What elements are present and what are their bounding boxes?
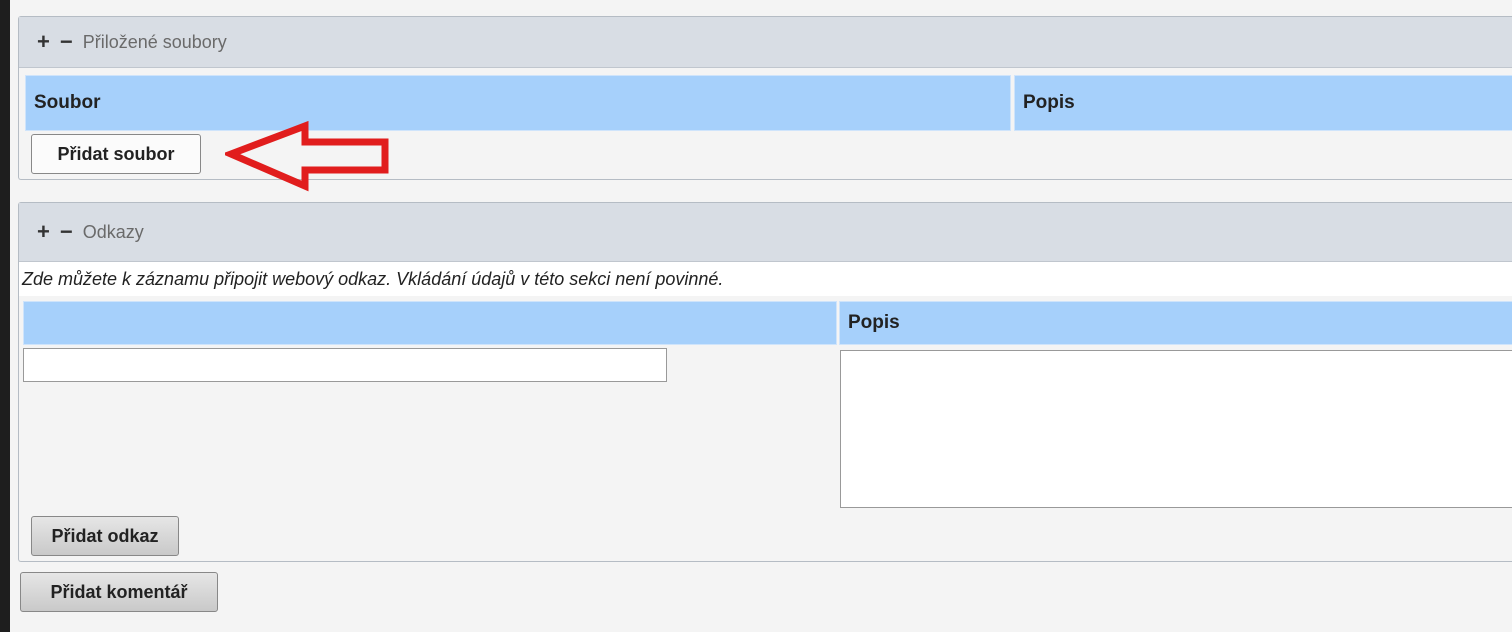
files-panel-header: + − Přiložené soubory [19,17,1512,68]
add-file-button[interactable]: Přidat soubor [31,134,201,174]
collapse-icon[interactable]: − [60,31,73,53]
expand-icon[interactable]: + [37,31,50,53]
expand-icon[interactable]: + [37,221,50,243]
url-input[interactable] [23,348,667,382]
links-panel: + − Odkazy Zde můžete k záznamu připojit… [18,202,1512,562]
links-panel-title: Odkazy [82,221,144,242]
collapse-icon[interactable]: − [60,221,73,243]
files-panel-title: Přiložené soubory [82,31,227,52]
links-panel-header: + − Odkazy [19,203,1512,262]
form-content: + − Přiložené soubory Soubor Popis Přida… [10,0,1512,632]
links-note: Zde můžete k záznamu připojit webový odk… [19,262,1512,296]
column-header-description: Popis [1014,75,1512,131]
description-textarea[interactable] [840,350,1512,508]
column-header-file: Soubor [25,75,1011,131]
column-header-description: Popis [839,301,1512,345]
column-header-url [23,301,837,345]
annotation-arrow-icon [225,120,389,192]
add-link-button[interactable]: Přidat odkaz [31,516,179,556]
add-comment-button[interactable]: Přidat komentář [20,572,218,612]
